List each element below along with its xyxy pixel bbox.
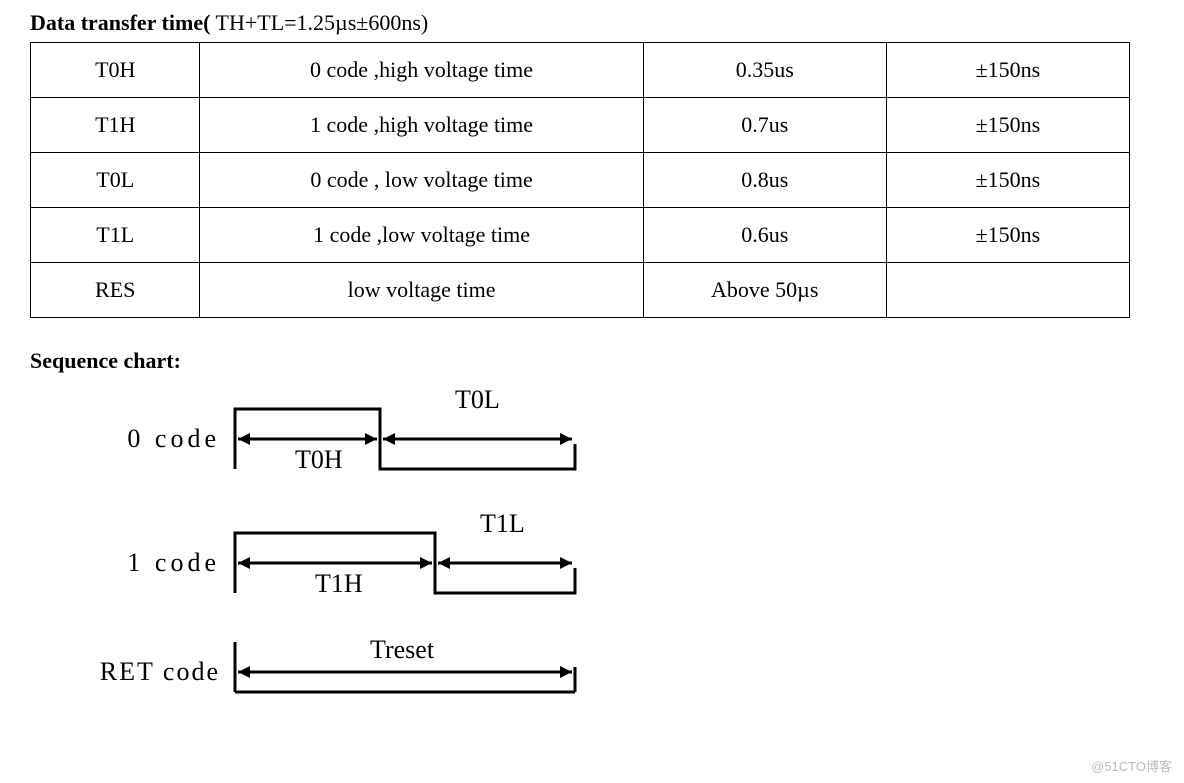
cell-description: 0 code , low voltage time bbox=[200, 153, 643, 208]
cell-tolerance: ±150ns bbox=[886, 208, 1129, 263]
sequence-row-0code: 0 code T0H T0L bbox=[30, 384, 1154, 494]
table-row: T1H 1 code ,high voltage time 0.7us ±150… bbox=[31, 98, 1130, 153]
page-title-rest: TH+TL=1.25µs±600ns) bbox=[210, 10, 428, 35]
table-row: RES low voltage time Above 50µs bbox=[31, 263, 1130, 318]
waveform-1code-icon: T1H T1L bbox=[230, 508, 600, 618]
cell-tolerance bbox=[886, 263, 1129, 318]
label-t0h: T0H bbox=[295, 445, 343, 474]
label-t0l: T0L bbox=[455, 385, 500, 414]
label-t1l: T1L bbox=[480, 509, 525, 538]
cell-symbol: T0H bbox=[31, 43, 200, 98]
table-row: T1L 1 code ,low voltage time 0.6us ±150n… bbox=[31, 208, 1130, 263]
cell-description: low voltage time bbox=[200, 263, 643, 318]
cell-tolerance: ±150ns bbox=[886, 98, 1129, 153]
waveform-ret-icon: Treset bbox=[230, 632, 600, 712]
page-title: Data transfer time( TH+TL=1.25µs±600ns) bbox=[30, 10, 1154, 36]
sequence-label-0code: 0 code bbox=[30, 424, 230, 454]
cell-description: 0 code ,high voltage time bbox=[200, 43, 643, 98]
label-t1h: T1H bbox=[315, 569, 363, 598]
table-row: T0L 0 code , low voltage time 0.8us ±150… bbox=[31, 153, 1130, 208]
cell-value: 0.8us bbox=[643, 153, 886, 208]
cell-symbol: T1L bbox=[31, 208, 200, 263]
cell-symbol: T1H bbox=[31, 98, 200, 153]
page-title-bold: Data transfer time( bbox=[30, 10, 210, 35]
cell-symbol: T0L bbox=[31, 153, 200, 208]
cell-tolerance: ±150ns bbox=[886, 43, 1129, 98]
sequence-label-1code: 1 code bbox=[30, 548, 230, 578]
table-row: T0H 0 code ,high voltage time 0.35us ±15… bbox=[31, 43, 1130, 98]
timing-table: T0H 0 code ,high voltage time 0.35us ±15… bbox=[30, 42, 1130, 318]
waveform-0code-icon: T0H T0L bbox=[230, 384, 600, 494]
label-treset: Treset bbox=[370, 635, 435, 664]
cell-description: 1 code ,low voltage time bbox=[200, 208, 643, 263]
cell-value: 0.7us bbox=[643, 98, 886, 153]
cell-description: 1 code ,high voltage time bbox=[200, 98, 643, 153]
cell-symbol: RES bbox=[31, 263, 200, 318]
sequence-label-ret: RET code bbox=[30, 657, 230, 687]
watermark: @51CTO博客 bbox=[1091, 756, 1172, 775]
cell-value: Above 50µs bbox=[643, 263, 886, 318]
cell-value: 0.35us bbox=[643, 43, 886, 98]
sequence-chart-heading: Sequence chart: bbox=[30, 348, 1154, 374]
cell-tolerance: ±150ns bbox=[886, 153, 1129, 208]
sequence-row-ret: RET code Treset bbox=[30, 632, 1154, 712]
cell-value: 0.6us bbox=[643, 208, 886, 263]
sequence-row-1code: 1 code T1H T1L bbox=[30, 508, 1154, 618]
